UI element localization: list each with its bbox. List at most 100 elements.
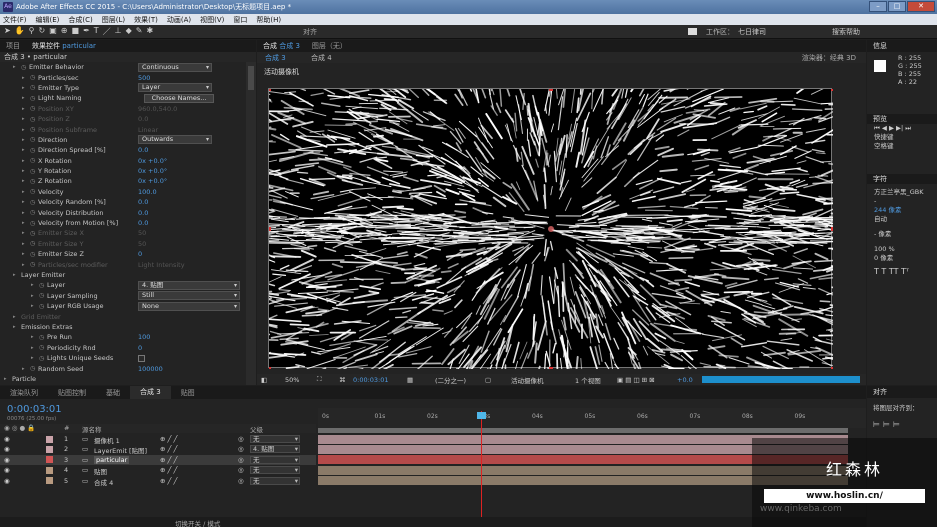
view-layout-select[interactable]: 1 个视图 — [575, 375, 601, 385]
effect-property-row[interactable]: ▸ ◷ Particles/sec 500 — [0, 72, 244, 82]
twirl-arrow-icon[interactable]: ▸ — [22, 85, 30, 91]
twirl-arrow-icon[interactable]: ▸ — [22, 251, 30, 257]
puppet-tool-icon[interactable]: ✱ — [146, 26, 153, 37]
property-value[interactable]: 0 — [138, 250, 142, 258]
layer-label-color[interactable] — [46, 456, 53, 464]
layer-switch-icons[interactable]: ⊕ ╱ ╱ — [160, 435, 177, 443]
layer-row[interactable]: ◉ 2 ▭ LayerEmit [贴图] ⊕ ╱ ╱ ◎ 4. 贴图 — [0, 444, 316, 455]
layer-switch-icons[interactable]: ⊕ ╱ ╱ — [160, 445, 177, 453]
camera-tool-icon[interactable]: ▣ — [49, 26, 57, 37]
tab-project[interactable]: 项目 — [0, 40, 26, 52]
effect-property-row[interactable]: ▸ ◷ Velocity Random [%] 0.0 — [0, 197, 244, 207]
search-help[interactable]: 搜索帮助 — [832, 27, 860, 37]
effect-property-row[interactable]: ▸ ◷ Direction Spread [%] 0.0 — [0, 145, 244, 155]
toggle-icons[interactable]: ▣ ▤ ◫ ⊞ ⊠ — [617, 376, 655, 384]
stopwatch-icon[interactable]: ◷ — [39, 355, 47, 362]
property-value[interactable]: 0x +0.0° — [138, 177, 167, 185]
parent-pickwhip-icon[interactable]: ◎ — [238, 466, 244, 474]
vertical-scale[interactable]: 100 % — [867, 245, 937, 254]
stopwatch-icon[interactable]: ◷ — [21, 64, 29, 71]
parent-dropdown[interactable]: 无 — [250, 476, 300, 485]
effect-property-row[interactable]: ▸ ◷ Emitter Size Y 50 — [0, 239, 244, 249]
stopwatch-icon[interactable]: ◷ — [30, 126, 38, 133]
twirl-arrow-icon[interactable]: ▸ — [31, 334, 39, 340]
twirl-arrow-icon[interactable]: ▸ — [13, 272, 21, 278]
twirl-arrow-icon[interactable]: ▸ — [13, 324, 21, 330]
twirl-arrow-icon[interactable]: ▸ — [22, 95, 30, 101]
effect-property-row[interactable]: ▸ ◷ Pre Run 100 — [0, 332, 244, 342]
twirl-arrow-icon[interactable]: ▸ — [22, 220, 30, 226]
layer-row[interactable]: ◉ 4 ▭ 贴图 ⊕ ╱ ╱ ◎ 无 — [0, 465, 316, 476]
font-style-select[interactable]: - — [867, 197, 937, 206]
stopwatch-icon[interactable]: ◷ — [30, 147, 38, 154]
visibility-eye-icon[interactable]: ◉ — [4, 477, 10, 485]
effect-property-row[interactable]: ▸ ◷ Emitter Behavior Continuous — [0, 62, 244, 72]
tab-preview[interactable]: 预览 — [867, 114, 937, 124]
tracking-value[interactable]: - 像素 — [867, 230, 937, 239]
toggle-switches-modes[interactable]: 切换开关 / 模式 — [175, 518, 220, 527]
stopwatch-icon[interactable]: ◷ — [30, 157, 38, 164]
stopwatch-icon[interactable]: ◷ — [39, 303, 47, 310]
stopwatch-icon[interactable]: ◷ — [30, 240, 38, 247]
visibility-eye-icon[interactable]: ◉ — [4, 466, 10, 474]
pen-tool-icon[interactable]: ✒ — [83, 26, 90, 37]
stopwatch-icon[interactable]: ◷ — [30, 209, 38, 216]
timeline-tab[interactable]: 渲染队列 — [0, 388, 48, 398]
parent-pickwhip-icon[interactable]: ◎ — [238, 456, 244, 464]
menu-item[interactable]: 效果(T) — [134, 15, 158, 25]
twirl-arrow-icon[interactable]: ▸ — [22, 116, 30, 122]
comp-crumb-active[interactable]: 合成 3 — [265, 53, 286, 63]
stopwatch-icon[interactable]: ◷ — [30, 230, 38, 237]
twirl-arrow-icon[interactable]: ▸ — [22, 189, 30, 195]
parent-pickwhip-icon[interactable]: ◎ — [238, 445, 244, 453]
timeline-tab[interactable]: 基础 — [96, 388, 130, 398]
effect-property-row[interactable]: ▸ ◷ Position Subframe Linear — [0, 124, 244, 134]
effect-property-row[interactable]: ▸ Grid Emitter — [0, 311, 244, 321]
choose-names-button[interactable]: Choose Names... — [144, 93, 214, 103]
type-tool-icon[interactable]: T — [94, 26, 99, 37]
twirl-arrow-icon[interactable]: ▸ — [22, 168, 30, 174]
effect-property-row[interactable]: ▸ ◷ Emitter Size Z 0 — [0, 249, 244, 259]
region-icon[interactable]: ▢ — [485, 376, 491, 384]
property-dropdown[interactable]: None — [138, 301, 240, 311]
stopwatch-icon[interactable]: ◷ — [30, 84, 38, 91]
twirl-arrow-icon[interactable]: ▸ — [31, 282, 39, 288]
twirl-arrow-icon[interactable]: ▸ — [22, 210, 30, 216]
effect-property-row[interactable]: ▸ ◷ Random Seed 100000 — [0, 363, 244, 373]
twirl-arrow-icon[interactable]: ▸ — [13, 64, 21, 70]
shape-tool-icon[interactable]: ■ — [72, 26, 80, 37]
tab-effect-controls[interactable]: 效果控件 particular — [26, 40, 102, 52]
stopwatch-icon[interactable]: ◷ — [30, 168, 38, 175]
effect-property-row[interactable]: ▸ ◷ Direction Outwards — [0, 135, 244, 145]
property-dropdown[interactable]: Continuous — [138, 62, 212, 72]
shortcut-value[interactable]: 空格键 — [867, 142, 937, 151]
twirl-arrow-icon[interactable]: ▸ — [31, 303, 39, 309]
parent-pickwhip-icon[interactable]: ◎ — [238, 435, 244, 443]
twirl-arrow-icon[interactable]: ▸ — [22, 366, 30, 372]
layer-switch-icons[interactable]: ⊕ ╱ ╱ — [160, 456, 177, 464]
property-value[interactable]: 0x +0.0° — [138, 167, 167, 175]
stopwatch-icon[interactable]: ◷ — [30, 261, 38, 268]
view-select[interactable]: 活动摄像机 — [511, 375, 544, 385]
stopwatch-icon[interactable]: ◷ — [39, 344, 47, 351]
twirl-arrow-icon[interactable]: ▸ — [22, 230, 30, 236]
tab-layer[interactable]: 图层（无） — [306, 40, 353, 52]
stopwatch-icon[interactable]: ◷ — [30, 365, 38, 372]
close-icon[interactable]: ✕ — [907, 1, 935, 12]
twirl-arrow-icon[interactable]: ▸ — [22, 137, 30, 143]
effect-property-row[interactable]: ▸ ◷ Y Rotation 0x +0.0° — [0, 166, 244, 176]
property-value[interactable]: 0.0 — [138, 146, 148, 154]
twirl-arrow-icon[interactable]: ▸ — [31, 355, 39, 361]
exposure-value[interactable]: +0.0 — [677, 376, 693, 384]
tab-composition[interactable]: 合成 合成 3 — [257, 40, 306, 52]
property-value[interactable]: 500 — [138, 74, 150, 82]
tab-align[interactable]: 对齐 — [867, 386, 937, 398]
property-dropdown[interactable]: Still — [138, 291, 240, 301]
timeline-tab[interactable]: 贴图控制 — [48, 388, 96, 398]
layer-label-color[interactable] — [46, 477, 53, 485]
property-value[interactable]: 50 — [138, 240, 146, 248]
property-value[interactable]: 0x +0.0° — [138, 157, 167, 165]
stopwatch-icon[interactable]: ◷ — [30, 95, 38, 102]
selection-tool-icon[interactable]: ➤ — [4, 26, 11, 37]
layer-switch-icons[interactable]: ⊕ ╱ ╱ — [160, 477, 177, 485]
